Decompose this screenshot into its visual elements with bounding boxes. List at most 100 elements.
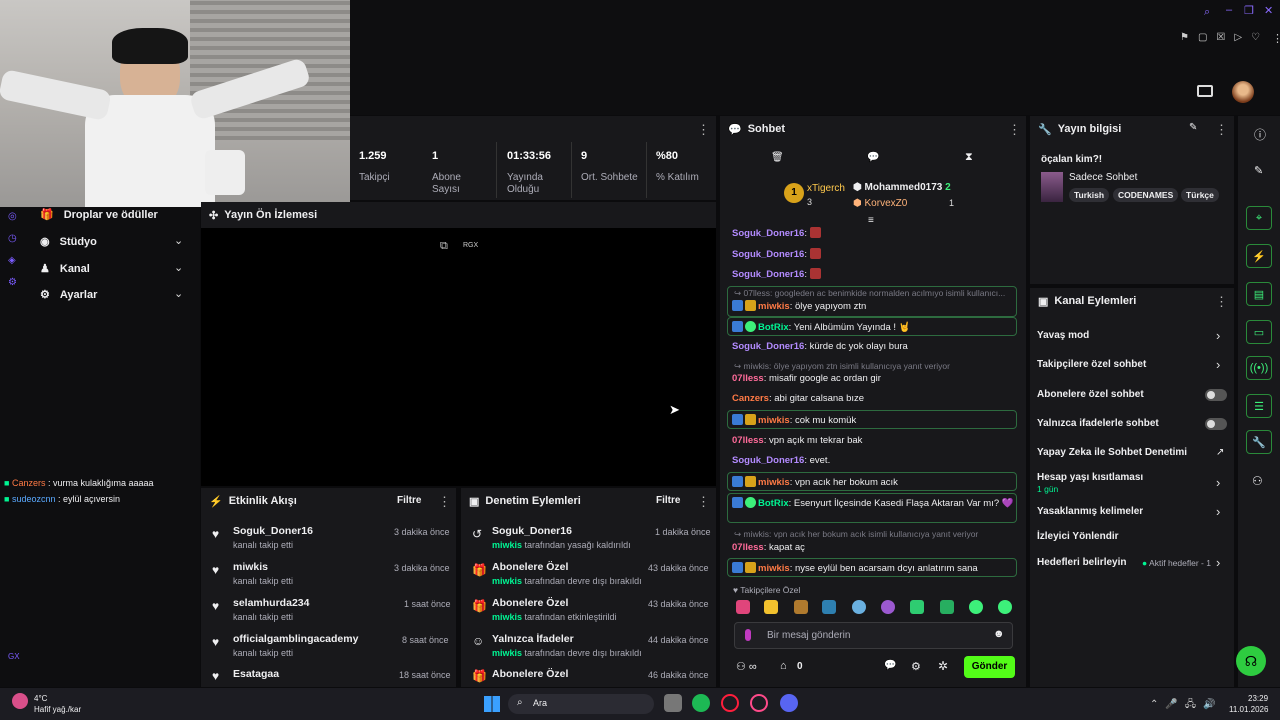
trash-icon[interactable]: 🗑 bbox=[771, 152, 784, 163]
mod-item[interactable]: Abonelere Özel miwkis tarafından etkinleş… bbox=[492, 597, 617, 622]
subs-only-toggle[interactable] bbox=[1205, 389, 1227, 401]
mod-filter-button[interactable]: Filtre bbox=[656, 495, 680, 506]
target-icon[interactable]: ⌖ bbox=[1246, 206, 1272, 230]
popout-icon[interactable]: ⧉ bbox=[440, 240, 448, 253]
mod-item[interactable]: Yalnızca İfadeler miwkis tarafından devre… bbox=[492, 633, 642, 658]
emote-icon[interactable] bbox=[940, 600, 954, 614]
chevron-down-icon[interactable]: ⌄ bbox=[174, 261, 183, 274]
nav-channel[interactable]: ♟ Kanal bbox=[40, 262, 90, 276]
gear-icon[interactable]: ⚙ bbox=[911, 660, 921, 673]
nav-settings[interactable]: ⚙ Ayarlar bbox=[40, 288, 97, 302]
tag-pill[interactable]: CODENAMES bbox=[1113, 188, 1179, 202]
browser-icon[interactable] bbox=[750, 694, 768, 712]
emoji-icon[interactable]: ☻ bbox=[993, 628, 1005, 640]
chevron-down-icon[interactable]: ⌄ bbox=[174, 234, 183, 247]
tag-pill[interactable]: Turkish bbox=[1069, 188, 1110, 202]
emote-icon[interactable] bbox=[998, 600, 1012, 614]
users-icon[interactable]: ⚇ ∞ bbox=[736, 660, 757, 673]
stream-info-menu-icon[interactable]: ⋮ bbox=[1215, 122, 1228, 138]
external-link-icon[interactable]: ↗ bbox=[1216, 447, 1224, 458]
channel-actions-menu-icon[interactable]: ⋮ bbox=[1215, 294, 1228, 310]
emote-icon[interactable] bbox=[881, 600, 895, 614]
bot-icon[interactable]: ✲ bbox=[938, 659, 948, 673]
weather-temp: 4°C bbox=[34, 694, 48, 703]
layout-icon[interactable]: ☰ bbox=[1246, 394, 1272, 418]
chevron-right-icon[interactable]: › bbox=[1216, 504, 1220, 519]
mod-item[interactable]: Abonelere Özel miwkis tarafından devre dı… bbox=[492, 561, 642, 586]
activity-item[interactable]: miwkis kanalı takip etti bbox=[233, 561, 293, 586]
chevron-right-icon[interactable]: › bbox=[1216, 555, 1220, 570]
discord-icon[interactable] bbox=[780, 694, 798, 712]
chevron-right-icon[interactable]: › bbox=[1216, 475, 1220, 490]
minimize-icon[interactable]: – bbox=[1226, 4, 1232, 16]
menu-icon[interactable]: ⋮ bbox=[1272, 32, 1280, 45]
activity-item[interactable]: Soguk_Doner16 kanalı takip etti bbox=[233, 525, 313, 550]
nav-studio[interactable]: ◉ Stüdyo bbox=[40, 235, 97, 249]
stats-menu-icon[interactable]: ⋮ bbox=[697, 122, 710, 138]
banned-words-item[interactable]: Yasaklanmış kelimeler bbox=[1037, 506, 1143, 517]
file-explorer-icon[interactable] bbox=[664, 694, 682, 712]
ai-moderation-item[interactable]: Yapay Zeka ile Sohbet Denetimi bbox=[1037, 447, 1187, 458]
mod-menu-icon[interactable]: ⋮ bbox=[697, 494, 710, 510]
redirect-viewers-item[interactable]: İzleyici Yönlendir bbox=[1037, 531, 1119, 542]
hourglass-icon[interactable]: ⧗ bbox=[965, 151, 973, 164]
browser-toolbar-icons[interactable]: ⚑▢☒▷♡ bbox=[1180, 32, 1269, 43]
emotes-only-toggle[interactable] bbox=[1205, 418, 1227, 430]
send-button[interactable]: Gönder bbox=[964, 656, 1015, 678]
divider bbox=[571, 142, 572, 198]
emote-icon[interactable] bbox=[736, 600, 750, 614]
wrench-icon[interactable]: 🔧 bbox=[1246, 430, 1272, 454]
activity-item[interactable]: Esatagaa bbox=[233, 668, 279, 680]
emote-icon[interactable] bbox=[852, 600, 866, 614]
emote-icon[interactable] bbox=[910, 600, 924, 614]
tray-icons[interactable]: ⌃🎤🖧🔊 bbox=[1150, 697, 1222, 714]
close-icon[interactable]: ✕ bbox=[1264, 4, 1273, 17]
followers-only-item[interactable]: Takipçilere özel sohbet bbox=[1037, 359, 1146, 370]
chat-input[interactable]: Bir mesaj gönderin ☻ bbox=[734, 622, 1013, 649]
emote-icon[interactable] bbox=[794, 600, 808, 614]
broadcast-icon[interactable]: ((•)) bbox=[1246, 356, 1272, 380]
activity-item[interactable]: officialgamblingacademy kanalı takip etti bbox=[233, 633, 358, 658]
gift-icon[interactable]: ⌂ bbox=[780, 660, 787, 672]
restore-icon[interactable]: ❐ bbox=[1244, 4, 1254, 17]
chat-bubble-icon[interactable]: 💬 bbox=[867, 152, 879, 163]
chevron-right-icon[interactable]: › bbox=[1216, 357, 1220, 372]
set-goals-item[interactable]: Hedefleri belirleyin bbox=[1037, 557, 1126, 568]
chevron-right-icon[interactable]: › bbox=[1216, 328, 1220, 343]
mod-item[interactable]: Abonelere Özel bbox=[492, 668, 568, 680]
users-icon[interactable]: ⚇ bbox=[1252, 474, 1263, 488]
chat-reply: ↪ miwkis: ölye yapıyom ztn isimli kullan… bbox=[734, 361, 950, 371]
opera-gx-icon[interactable] bbox=[721, 694, 739, 712]
slow-mode-item[interactable]: Yavaş mod bbox=[1037, 330, 1089, 341]
clipboard-icon[interactable]: ▤ bbox=[1246, 282, 1272, 306]
account-age-item[interactable]: Hesap yaşı kısıtlaması bbox=[1037, 472, 1143, 483]
bolt-icon[interactable]: ⚡ bbox=[1246, 244, 1272, 268]
chat-bubble-icon[interactable]: 💬 bbox=[884, 660, 896, 671]
webcam-overlay bbox=[0, 0, 350, 207]
chat-icon[interactable]: ▭ bbox=[1246, 320, 1272, 344]
nav-drops[interactable]: 🎁 Droplar ve ödüller bbox=[40, 208, 158, 222]
mod-item[interactable]: Soguk_Doner16 miwkis tarafından yasağı ka… bbox=[492, 525, 631, 550]
search-icon[interactable]: ⌕ bbox=[1204, 6, 1210, 19]
support-icon[interactable]: ☊ bbox=[1236, 646, 1266, 676]
emote-icon[interactable] bbox=[764, 600, 778, 614]
activity-menu-icon[interactable]: ⋮ bbox=[438, 494, 451, 510]
spotify-icon[interactable] bbox=[692, 694, 710, 712]
tag-pill[interactable]: Türkçe bbox=[1181, 188, 1219, 202]
chevron-down-icon[interactable]: ⌄ bbox=[174, 287, 183, 300]
expand-leaders-icon[interactable]: ≡ bbox=[868, 215, 874, 226]
start-icon[interactable] bbox=[484, 696, 500, 712]
emote-icon[interactable] bbox=[822, 600, 836, 614]
avatar[interactable] bbox=[1232, 81, 1254, 103]
pencil-icon[interactable]: ✎ bbox=[1254, 164, 1263, 177]
chat-message: BotRix: Esenyurt İlçesinde Kasedi Flaşa … bbox=[732, 497, 1014, 509]
category-name[interactable]: Sadece Sohbet bbox=[1069, 172, 1137, 183]
taskbar-search[interactable]: ⌕ Ara bbox=[508, 694, 654, 714]
activity-item[interactable]: selamhurda234 kanalı takip etti bbox=[233, 597, 309, 622]
emote-icon[interactable] bbox=[969, 600, 983, 614]
chat-menu-icon[interactable]: ⋮ bbox=[1008, 122, 1021, 138]
activity-filter-button[interactable]: Filtre bbox=[397, 495, 421, 506]
edit-icon[interactable]: ✎ bbox=[1189, 122, 1197, 133]
studio-icon[interactable] bbox=[1197, 85, 1213, 97]
info-icon[interactable]: ⓘ bbox=[1254, 126, 1266, 143]
